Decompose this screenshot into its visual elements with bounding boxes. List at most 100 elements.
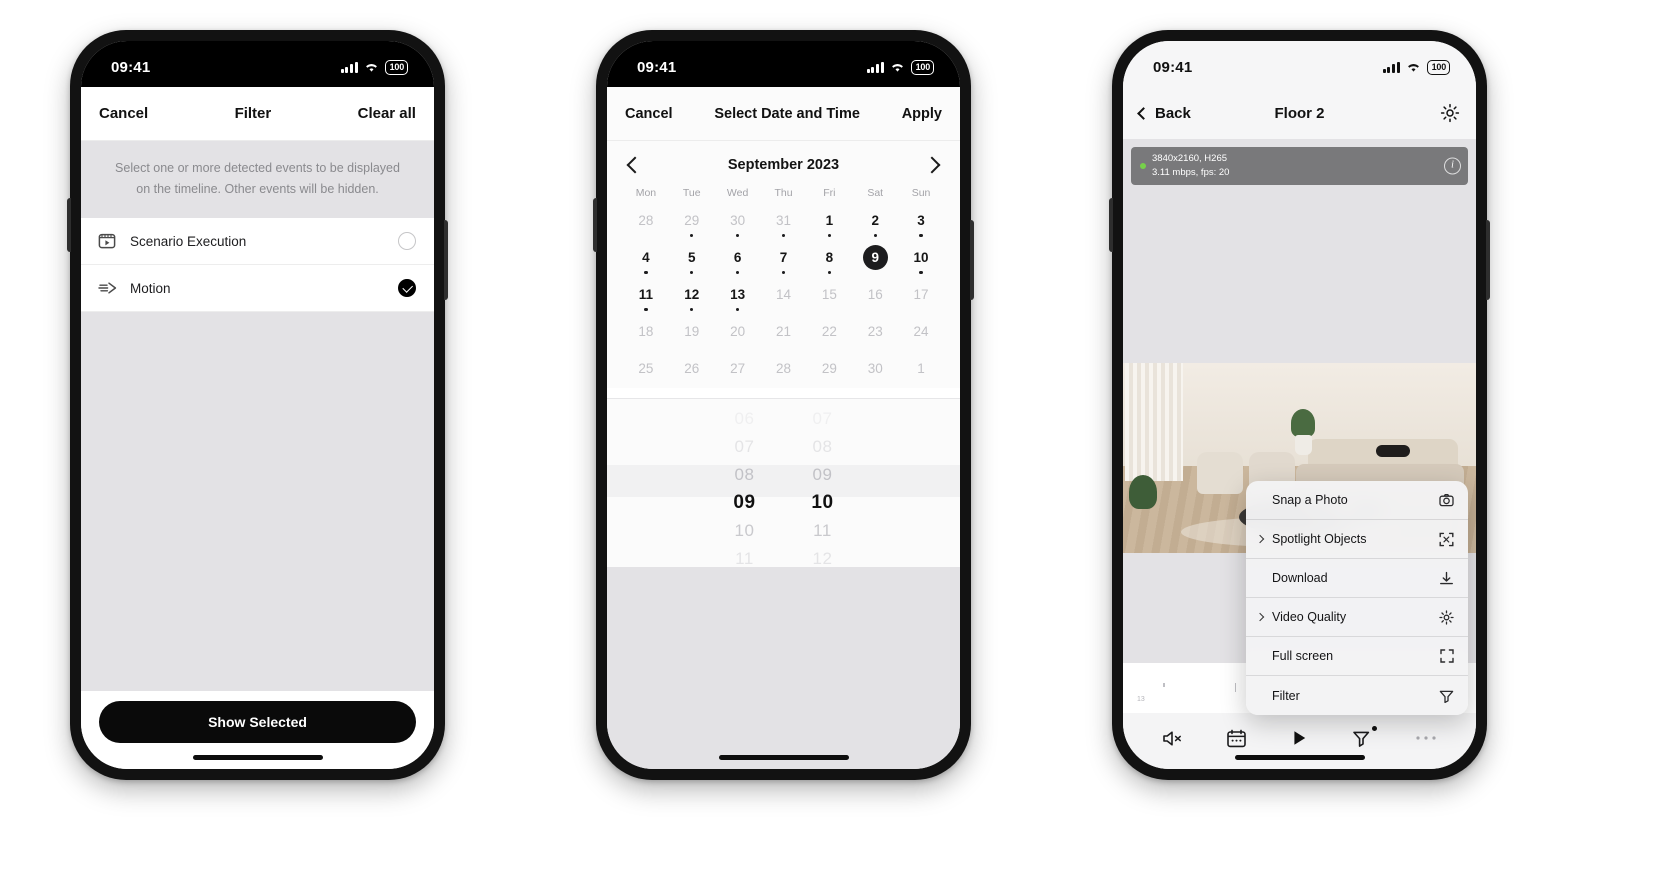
menu-item-download[interactable]: Download bbox=[1246, 559, 1468, 598]
video-context-menu[interactable]: Snap a Photo Spotlight Objects Download Vid… bbox=[1246, 481, 1468, 715]
menu-item-filter[interactable]: Filter bbox=[1246, 676, 1468, 715]
calendar-day-event-dot-icon bbox=[919, 233, 923, 238]
calendar-day-cell[interactable]: 30 bbox=[715, 205, 761, 240]
chevron-left-icon[interactable] bbox=[626, 156, 644, 174]
calendar-day-cell[interactable]: 4 bbox=[623, 242, 669, 277]
filter-row-motion[interactable]: Motion bbox=[81, 265, 434, 313]
phone1-content: Cancel Filter Clear all Select one or mo… bbox=[81, 87, 434, 769]
calendar-day-cell[interactable]: 9 bbox=[852, 242, 898, 277]
back-button[interactable]: Back bbox=[1137, 104, 1191, 122]
hour-option[interactable]: 10 bbox=[706, 517, 784, 545]
clear-all-button[interactable]: Clear all bbox=[358, 105, 416, 122]
status-indicators: 100 bbox=[1382, 59, 1450, 75]
hour-option[interactable]: 07 bbox=[706, 433, 784, 461]
filter-row-radio-checked[interactable] bbox=[398, 279, 416, 298]
filter-row-scenario-execution[interactable]: Scenario Execution bbox=[81, 218, 434, 266]
calendar-day-number: 27 bbox=[730, 360, 746, 376]
menu-item-label: Filter bbox=[1272, 688, 1300, 703]
filter-active-dot-icon bbox=[1371, 726, 1377, 731]
menu-item-full-screen[interactable]: Full screen bbox=[1246, 637, 1468, 676]
calendar-day-cell[interactable]: 23 bbox=[852, 316, 898, 351]
calendar-day-number: 30 bbox=[867, 360, 883, 376]
calendar-day-cell[interactable]: 20 bbox=[715, 316, 761, 351]
time-picker[interactable]: 06070809101112 07080910111213 bbox=[607, 399, 960, 567]
calendar-day-cell[interactable]: 21 bbox=[761, 316, 807, 351]
calendar-day-cell[interactable]: 1 bbox=[806, 205, 852, 240]
filter-row-label: Motion bbox=[130, 280, 171, 296]
calendar-day-event-dot-icon bbox=[873, 233, 877, 238]
cancel-button[interactable]: Cancel bbox=[625, 106, 673, 122]
menu-item-snap-a-photo[interactable]: Snap a Photo bbox=[1246, 481, 1468, 520]
calendar-day-cell[interactable]: 11 bbox=[623, 279, 669, 314]
filter-empty-space bbox=[81, 312, 434, 691]
phone2-screen: 09:41 100 Cancel Select Date and Time Ap… bbox=[607, 41, 960, 769]
calendar-day-cell[interactable]: 18 bbox=[623, 316, 669, 351]
calendar-day-cell[interactable]: 16 bbox=[852, 279, 898, 314]
gear-icon[interactable] bbox=[1440, 103, 1460, 123]
calendar-day-cell[interactable]: 17 bbox=[898, 279, 944, 314]
cancel-button[interactable]: Cancel bbox=[99, 105, 148, 122]
calendar-day-cell[interactable]: 22 bbox=[806, 316, 852, 351]
menu-item-spotlight-objects[interactable]: Spotlight Objects bbox=[1246, 520, 1468, 559]
chevron-right-icon[interactable] bbox=[923, 156, 941, 174]
apply-button[interactable]: Apply bbox=[902, 106, 942, 122]
hour-option[interactable]: 06 bbox=[706, 405, 784, 433]
settings-icon bbox=[1437, 609, 1456, 625]
calendar-day-cell[interactable]: 29 bbox=[806, 353, 852, 388]
calendar-day-cell[interactable]: 6 bbox=[715, 242, 761, 277]
calendar-day-number: 20 bbox=[730, 323, 746, 339]
menu-item-video-quality[interactable]: Video Quality bbox=[1246, 598, 1468, 637]
calendar-day-cell[interactable]: 3 bbox=[898, 205, 944, 240]
calendar-day-cell[interactable]: 29 bbox=[669, 205, 715, 240]
filter-row-radio[interactable] bbox=[398, 232, 416, 251]
calendar-day-number: 13 bbox=[730, 286, 746, 302]
calendar-day-cell[interactable]: 30 bbox=[852, 353, 898, 388]
calendar-day-cell[interactable]: 15 bbox=[806, 279, 852, 314]
calendar-day-cell[interactable]: 19 bbox=[669, 316, 715, 351]
calendar-day-cell[interactable]: 2 bbox=[852, 205, 898, 240]
play-icon[interactable] bbox=[1276, 721, 1322, 755]
info-icon[interactable]: i bbox=[1444, 157, 1461, 175]
calendar-day-cell[interactable]: 24 bbox=[898, 316, 944, 351]
filter-cta-container: Show Selected bbox=[81, 691, 434, 743]
menu-item-label: Spotlight Objects bbox=[1272, 532, 1367, 546]
calendar-day-event-dot-icon bbox=[781, 233, 786, 238]
calendar-day-cell[interactable]: 28 bbox=[761, 353, 807, 388]
calendar-day-cell[interactable]: 8 bbox=[806, 242, 852, 277]
calendar-day-cell[interactable]: 10 bbox=[898, 242, 944, 277]
cellular-bars-icon bbox=[866, 61, 884, 73]
calendar-day-cell[interactable]: 27 bbox=[715, 353, 761, 388]
calendar-day-cell[interactable]: 5 bbox=[669, 242, 715, 277]
calendar-day-number: 1 bbox=[917, 360, 925, 376]
more-icon[interactable] bbox=[1403, 721, 1449, 755]
calendar-day-number: 10 bbox=[913, 249, 929, 265]
minute-option[interactable]: 08 bbox=[784, 433, 862, 461]
calendar-icon[interactable] bbox=[1213, 721, 1259, 755]
weekday-label: Fri bbox=[823, 187, 836, 199]
home-indicator[interactable] bbox=[192, 755, 323, 760]
calendar-day-cell[interactable]: 1 bbox=[898, 353, 944, 388]
phone1-screen: 09:41 100 Cancel Filter Clear all Select… bbox=[81, 41, 434, 769]
home-indicator[interactable] bbox=[1234, 755, 1365, 760]
back-label: Back bbox=[1155, 104, 1191, 122]
calendar-day-cell[interactable]: 25 bbox=[623, 353, 669, 388]
minute-option[interactable]: 07 bbox=[784, 405, 862, 433]
calendar-day-cell[interactable]: 26 bbox=[669, 353, 715, 388]
calendar-day-event-dot-icon bbox=[644, 307, 648, 312]
calendar-day-cell[interactable]: 31 bbox=[761, 205, 807, 240]
filter-icon[interactable] bbox=[1340, 721, 1386, 755]
calendar-day-cell[interactable]: 7 bbox=[761, 242, 807, 277]
calendar-day-cell[interactable]: 14 bbox=[761, 279, 807, 314]
minute-option[interactable]: 11 bbox=[784, 517, 862, 545]
cellular-bars-icon bbox=[340, 61, 358, 73]
calendar-day-number: 25 bbox=[638, 360, 654, 376]
home-indicator[interactable] bbox=[718, 755, 849, 760]
calendar-day-cell[interactable]: 13 bbox=[715, 279, 761, 314]
calendar-day-cell[interactable]: 28 bbox=[623, 205, 669, 240]
battery-indicator: 100 bbox=[384, 59, 408, 75]
mute-icon[interactable] bbox=[1150, 721, 1196, 755]
minute-option[interactable]: 12 bbox=[784, 545, 862, 567]
calendar-day-cell[interactable]: 12 bbox=[669, 279, 715, 314]
show-selected-button[interactable]: Show Selected bbox=[99, 701, 416, 743]
hour-option[interactable]: 11 bbox=[706, 545, 784, 567]
